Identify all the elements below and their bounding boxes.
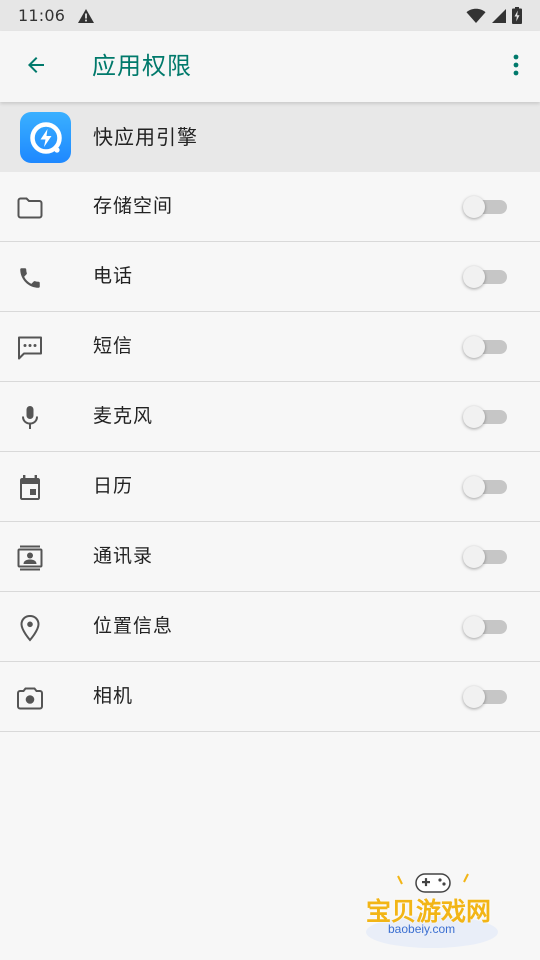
sms-toggle[interactable] xyxy=(463,336,509,358)
contacts-icon xyxy=(16,544,44,572)
battery-charging-icon xyxy=(512,7,522,24)
status-left: 11:06 xyxy=(18,6,95,25)
permission-row-camera[interactable]: 相机 xyxy=(0,662,540,732)
app-header: 快应用引擎 xyxy=(0,102,540,172)
permission-label: 相机 xyxy=(93,685,134,707)
cell-signal-icon xyxy=(491,8,507,24)
toggle-thumb xyxy=(463,476,485,498)
contacts-toggle[interactable] xyxy=(463,546,509,568)
more-options-button[interactable] xyxy=(504,43,528,91)
microphone-toggle[interactable] xyxy=(463,406,509,428)
status-bar: 11:06 xyxy=(0,0,540,31)
toggle-thumb xyxy=(463,336,485,358)
calendar-icon xyxy=(16,474,44,502)
permission-row-location[interactable]: 位置信息 xyxy=(0,592,540,662)
permission-row-calendar[interactable]: 日历 xyxy=(0,452,540,522)
status-time: 11:06 xyxy=(18,6,66,25)
location-icon xyxy=(16,614,44,642)
folder-icon xyxy=(16,194,44,222)
status-right xyxy=(466,7,522,24)
permission-label: 麦克风 xyxy=(93,405,154,427)
arrow-back-icon xyxy=(24,53,48,81)
permission-row-microphone[interactable]: 麦克风 xyxy=(0,382,540,452)
calendar-toggle[interactable] xyxy=(463,476,509,498)
permission-label: 通讯录 xyxy=(93,545,154,567)
toggle-thumb xyxy=(463,546,485,568)
permission-label: 位置信息 xyxy=(93,615,174,637)
watermark-url: baobeiy.com xyxy=(388,922,456,936)
permission-row-phone[interactable]: 电话 xyxy=(0,242,540,312)
camera-icon xyxy=(16,684,44,712)
permission-row-contacts[interactable]: 通讯录 xyxy=(0,522,540,592)
camera-toggle[interactable] xyxy=(463,686,509,708)
app-name: 快应用引擎 xyxy=(93,125,198,149)
microphone-icon xyxy=(16,404,44,432)
app-bar: 应用权限 xyxy=(0,31,540,102)
toggle-thumb xyxy=(463,196,485,218)
permission-row-sms[interactable]: 短信 xyxy=(0,312,540,382)
storage-toggle[interactable] xyxy=(463,196,509,218)
toggle-thumb xyxy=(463,406,485,428)
more-vert-icon xyxy=(513,54,519,80)
permission-label: 存储空间 xyxy=(93,195,174,217)
permission-list: 存储空间 电话 短信 麦克风 日历 通讯录 位置信息 相机 xyxy=(0,172,540,732)
phone-icon xyxy=(16,264,44,292)
sms-icon xyxy=(16,334,44,362)
permission-label: 电话 xyxy=(93,265,134,287)
permission-label: 短信 xyxy=(93,335,134,357)
location-toggle[interactable] xyxy=(463,616,509,638)
wifi-icon xyxy=(466,8,486,24)
toggle-thumb xyxy=(463,266,485,288)
watermark: 宝贝游戏网 baobeiy.com xyxy=(360,866,510,952)
page-title: 应用权限 xyxy=(92,52,192,80)
toggle-thumb xyxy=(463,686,485,708)
quick-app-engine-icon xyxy=(20,112,71,163)
back-button[interactable] xyxy=(12,43,60,91)
alert-triangle-icon xyxy=(77,8,95,24)
permission-label: 日历 xyxy=(93,475,134,497)
toggle-thumb xyxy=(463,616,485,638)
permission-row-storage[interactable]: 存储空间 xyxy=(0,172,540,242)
phone-toggle[interactable] xyxy=(463,266,509,288)
